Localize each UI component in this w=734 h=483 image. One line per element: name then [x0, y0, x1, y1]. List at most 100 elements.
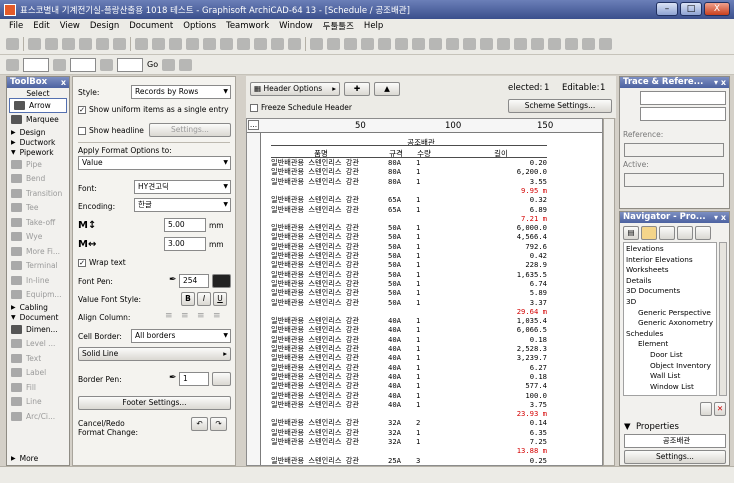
intersect-icon[interactable] — [565, 37, 578, 50]
category-ductwork[interactable]: ▶ Ductwork — [7, 137, 69, 147]
align-left-icon[interactable]: ≡ — [165, 311, 173, 321]
tool-transition[interactable]: Transition — [7, 186, 69, 201]
schedule-vertical-scrollbar[interactable] — [603, 118, 615, 466]
menu-help[interactable]: Help — [359, 21, 388, 31]
project-map-icon[interactable]: ▤ — [623, 226, 639, 240]
show-hide-icon[interactable] — [6, 58, 19, 71]
navigator-scrollbar[interactable] — [719, 242, 727, 396]
show-headline-checkbox[interactable]: Show headline — [78, 126, 144, 135]
table-row[interactable]: 일반배관용 스텐인리스 강관 50A 1 792.6 — [271, 243, 547, 251]
category-design[interactable]: ▶ Design — [7, 127, 69, 137]
layout-book-icon[interactable] — [659, 226, 675, 240]
encoding-select[interactable]: 한글 ▼ — [134, 198, 231, 212]
navigator-item[interactable]: Details — [626, 276, 651, 285]
tool-marquee[interactable]: Marquee — [7, 113, 69, 128]
table-row[interactable]: 일반배관용 스텐인리스 강관 40A 1 2,528.3 — [271, 345, 547, 353]
menu-teamwork[interactable]: Teamwork — [221, 21, 274, 31]
drag-icon[interactable] — [361, 37, 374, 50]
table-row[interactable]: 일반배관용 스텐인리스 강관 65A 1 6.89 — [271, 205, 547, 214]
ruler-corner-button[interactable]: ... — [248, 120, 259, 130]
table-row[interactable]: 일반배관용 스텐인리스 강관 40A 1 577.4 — [271, 382, 547, 390]
undo-icon[interactable] — [271, 37, 284, 50]
menu-file[interactable]: File — [4, 21, 28, 31]
trim-icon[interactable] — [531, 37, 544, 50]
layer-dropdown[interactable] — [117, 57, 143, 72]
table-row[interactable]: 일반배관용 스텐인리스 강관 40A 1 6.27 — [271, 363, 547, 372]
rotate-icon[interactable] — [378, 37, 391, 50]
table-row[interactable]: 일반배관용 스텐인리스 강관 50A 1 6,000.0 — [271, 224, 547, 232]
menu-options[interactable]: Options — [178, 21, 221, 31]
open-file-icon[interactable] — [152, 37, 165, 50]
view-map-icon[interactable] — [641, 226, 657, 240]
table-row[interactable]: 일반배관용 스텐인리스 강관 40A 1 1,035.4 — [271, 317, 547, 325]
menu-tools-korean[interactable]: 두툴툴즈 — [318, 20, 359, 32]
align-center-icon[interactable]: ≡ — [181, 311, 189, 321]
navigator-item[interactable]: Schedules — [626, 329, 663, 338]
line-type-select[interactable]: Solid Line ▸ — [78, 347, 231, 361]
table-row[interactable]: 일반배관용 스텐인리스 강관 50A 1 3.37 — [271, 298, 547, 307]
view-name-field[interactable]: 공조배관 — [624, 434, 726, 448]
menu-document[interactable]: Document — [124, 21, 178, 31]
save-icon[interactable] — [169, 37, 182, 50]
headline-settings-button[interactable]: Settings... — [149, 123, 231, 137]
split-icon[interactable] — [582, 37, 595, 50]
layer-settings-icon[interactable] — [6, 37, 19, 50]
column-icon[interactable] — [45, 37, 58, 50]
merge-cells-button[interactable]: ✚ — [344, 82, 370, 96]
subtotal-row[interactable]: 13.88 m — [271, 447, 547, 455]
beam-icon[interactable] — [62, 37, 75, 50]
tool-equipment[interactable]: Equipm... — [7, 288, 69, 303]
fillet-icon[interactable] — [514, 37, 527, 50]
category-document[interactable]: ▼ Document — [7, 312, 69, 322]
navigator-item[interactable]: 3D — [626, 297, 636, 306]
distribute-icon[interactable] — [497, 37, 510, 50]
navigator-item[interactable]: 3D Documents — [626, 286, 680, 295]
tool-label[interactable]: Label — [7, 366, 69, 381]
tool-dimension[interactable]: Dimen... — [7, 322, 69, 337]
zoom-icon[interactable] — [53, 58, 66, 71]
print-icon[interactable] — [186, 37, 199, 50]
properties-toggle[interactable]: ▼ Properties — [624, 422, 679, 432]
uniform-items-checkbox[interactable]: ✓ Show uniform items as a single entry — [78, 105, 229, 114]
table-row[interactable]: 일반배관용 스텐인리스 강관 80A 1 3.55 — [271, 177, 547, 186]
text-height-input[interactable]: 5.00 — [164, 218, 206, 232]
navigator-item[interactable]: Wall List — [650, 371, 680, 380]
group-icon[interactable] — [446, 37, 459, 50]
fit-window-icon[interactable] — [100, 58, 113, 71]
tool-pipe[interactable]: Pipe — [7, 157, 69, 172]
freeze-header-checkbox[interactable]: Freeze Schedule Header — [250, 103, 352, 112]
adjust-icon[interactable] — [548, 37, 561, 50]
ungroup-icon[interactable] — [463, 37, 476, 50]
apply-format-select[interactable]: Value ▼ — [78, 156, 231, 170]
stair-icon[interactable] — [113, 37, 126, 50]
menu-view[interactable]: View — [55, 21, 85, 31]
table-row[interactable]: 일반배관용 스텐인리스 강관 50A 1 6.74 — [271, 280, 547, 288]
bold-button[interactable]: B — [181, 292, 195, 306]
walk-icon[interactable] — [179, 58, 193, 71]
delete-view-icon[interactable]: ✕ — [714, 402, 726, 416]
tool-more-fittings[interactable]: More Fi... — [7, 244, 69, 259]
maximize-button[interactable]: □ — [680, 2, 702, 16]
table-row[interactable]: 일반배관용 스텐인리스 강관 50A 1 0.42 — [271, 252, 547, 260]
view-mode-dropdown[interactable] — [23, 57, 49, 72]
close-icon[interactable]: x — [61, 77, 66, 88]
cell-border-select[interactable]: All borders ▼ — [131, 329, 231, 343]
table-row[interactable]: 일반배관용 스텐인리스 강관 50A 1 1,635.5 — [271, 270, 547, 279]
copy-icon[interactable] — [220, 37, 233, 50]
trace-source-select[interactable] — [640, 91, 726, 105]
menu-window[interactable]: Window — [274, 21, 318, 31]
font-pen-color-swatch[interactable] — [212, 274, 231, 288]
cut-icon[interactable] — [203, 37, 216, 50]
tool-level[interactable]: Level ... — [7, 337, 69, 352]
table-row[interactable]: 일반배관용 스텐인리스 강관 40A 1 0.18 — [271, 373, 547, 381]
tool-take-off[interactable]: Take-off — [7, 215, 69, 230]
navigator-item[interactable]: Elevations — [626, 244, 664, 253]
table-row[interactable]: 일반배관용 스텐인리스 강관 25A 3 0.25 — [271, 456, 547, 465]
reference-opacity-slider[interactable] — [624, 143, 724, 157]
navigator-item[interactable]: Interior Elevations — [626, 255, 693, 264]
subtotal-row[interactable]: 7.21 m — [271, 215, 547, 223]
wall-icon[interactable] — [28, 37, 41, 50]
view-settings-button[interactable]: Settings... — [624, 450, 726, 464]
tool-in-line[interactable]: In-line — [7, 273, 69, 288]
tool-fill[interactable]: Fill — [7, 380, 69, 395]
